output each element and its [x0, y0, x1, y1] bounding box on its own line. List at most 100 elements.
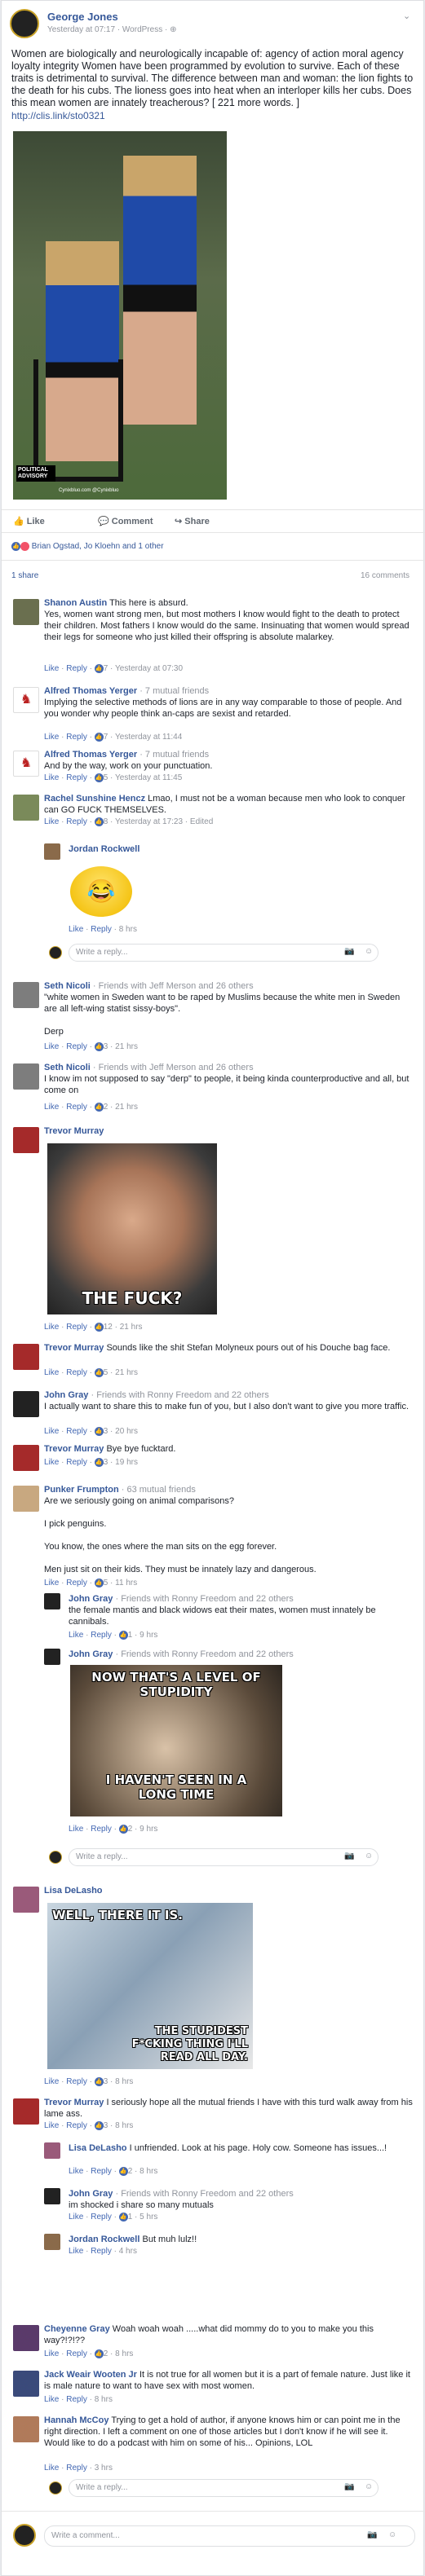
- post-card: George Jones Yesterday at 07:17 · WordPr…: [1, 0, 425, 2576]
- commenter-name[interactable]: Trevor Murray: [44, 1444, 104, 1454]
- emoji-icon[interactable]: ☺: [365, 2482, 373, 2491]
- share-button[interactable]: ↪ Share: [175, 516, 210, 526]
- comment-icon: 💬: [98, 517, 109, 526]
- author-avatar[interactable]: [10, 9, 39, 38]
- emoji-icon[interactable]: ☺: [388, 2530, 396, 2539]
- avatar[interactable]: ♞: [13, 687, 39, 713]
- comment-text: Implying the selective methods of lions …: [44, 698, 402, 719]
- commenter-name[interactable]: Shanon Austin: [44, 598, 107, 608]
- avatar[interactable]: [13, 1344, 39, 1370]
- commenter-name[interactable]: John Gray: [69, 1594, 113, 1604]
- share-count[interactable]: 1 share: [11, 571, 38, 580]
- avatar[interactable]: [44, 2188, 60, 2204]
- camera-icon[interactable]: 📷: [344, 947, 354, 956]
- avatar[interactable]: [13, 1445, 39, 1471]
- comment-text: Sounds like the shit Stefan Molyneux pou…: [106, 1343, 391, 1353]
- like-button[interactable]: 👍 Like: [13, 516, 45, 526]
- commenter-name[interactable]: Jack Weair Wooten Jr: [44, 2370, 137, 2380]
- avatar[interactable]: [44, 2234, 60, 2250]
- commenter-name[interactable]: John Gray: [69, 1649, 113, 1659]
- comment-text: I know im not supposed to say "derp" to …: [44, 1074, 410, 1095]
- commenter-name[interactable]: John Gray: [69, 2189, 113, 2199]
- avatar[interactable]: ♞: [13, 751, 39, 777]
- camera-icon[interactable]: 📷: [367, 2530, 377, 2539]
- comment-text: But muh lulz!!: [142, 2235, 197, 2244]
- commenter-name[interactable]: Trevor Murray: [44, 2098, 104, 2107]
- love-reaction-icon: [20, 542, 29, 551]
- commenter-name[interactable]: Hannah McCoy: [44, 2415, 108, 2425]
- comment-actions: Like · Reply · 👍3 · 8 hrs: [44, 2077, 134, 2087]
- avatar[interactable]: [13, 1391, 39, 1417]
- comment-input[interactable]: Write a comment...: [44, 2525, 415, 2547]
- avatar[interactable]: [13, 599, 39, 625]
- commenter-name[interactable]: Lisa DeLasho: [69, 2143, 127, 2153]
- commenter-name[interactable]: John Gray: [44, 1390, 88, 1400]
- meme-image[interactable]: NOW THAT'S A LEVEL OF STUPIDITY I HAVEN'…: [70, 1665, 282, 1816]
- comment-actions: Like · Reply · 👍1 · 9 hrs: [69, 1631, 158, 1640]
- meme-caption: THE FUCK?: [82, 1288, 183, 1308]
- commenter-name[interactable]: Trevor Murray: [44, 1126, 104, 1136]
- meme-caption-bottom: I HAVEN'T SEEN IN A LONG TIME: [105, 1772, 247, 1802]
- post-source: WordPress: [122, 25, 163, 34]
- avatar[interactable]: [13, 2325, 39, 2351]
- avatar[interactable]: [13, 1063, 39, 1090]
- avatar[interactable]: [13, 1486, 39, 1512]
- commenter-name[interactable]: Seth Nicoli: [44, 1063, 91, 1072]
- comment-count[interactable]: 16 comments: [361, 571, 410, 580]
- post-author[interactable]: George Jones: [47, 11, 118, 23]
- commenter-name[interactable]: Alfred Thomas Yerger: [44, 686, 137, 696]
- reply-input[interactable]: Write a reply...: [69, 944, 379, 962]
- commenter-name[interactable]: Alfred Thomas Yerger: [44, 750, 137, 760]
- reaction-summary[interactable]: 👍 Brian Ogstad, Jo Kloehn and 1 other: [11, 542, 164, 551]
- avatar[interactable]: [13, 1127, 39, 1153]
- emoji-icon[interactable]: ☺: [365, 1852, 373, 1860]
- camera-icon[interactable]: 📷: [344, 1852, 354, 1860]
- camera-icon[interactable]: 📷: [344, 2482, 354, 2491]
- image-credit: Cynixbluo.com @Cynixbluo: [59, 488, 119, 493]
- post-image[interactable]: POLITICAL ADVISORY Cynixbluo.com @Cynixb…: [13, 131, 227, 500]
- commenter-name[interactable]: Cheyenne Gray: [44, 2324, 110, 2334]
- comment-text: "white women in Sweden want to be raped …: [44, 993, 401, 1037]
- avatar: [49, 946, 62, 959]
- comment-actions: Like · Reply · 👍3 · 19 hrs: [44, 1458, 138, 1468]
- comment-actions: Like · Reply · 4 hrs: [69, 2247, 137, 2256]
- comment-actions: Like · Reply · 👍3 · 20 hrs: [44, 1427, 138, 1437]
- thumbs-up-icon: 👍: [13, 517, 24, 526]
- avatar[interactable]: [13, 2371, 39, 2397]
- chevron-down-icon[interactable]: ⌄: [403, 11, 410, 21]
- avatar[interactable]: [13, 1887, 39, 1913]
- avatar[interactable]: [13, 2416, 39, 2442]
- commenter-name[interactable]: Punker Frumpton: [44, 1485, 119, 1495]
- comment-text: Bye bye fucktard.: [106, 1444, 176, 1454]
- avatar[interactable]: [13, 982, 39, 1008]
- commenter-name[interactable]: Jordan Rockwell: [69, 2235, 139, 2244]
- avatar[interactable]: [13, 795, 39, 821]
- commenter-name[interactable]: Trevor Murray: [44, 1343, 104, 1353]
- commenter-name[interactable]: Lisa DeLasho: [44, 1886, 103, 1896]
- avatar[interactable]: [44, 1649, 60, 1665]
- comment-actions: Like · Reply · 👍2 · 21 hrs: [44, 1103, 138, 1112]
- comment-actions: Like · Reply · 👍2 · 8 hrs: [69, 2167, 158, 2177]
- emoji-icon[interactable]: ☺: [365, 947, 373, 956]
- comment-actions: Like · Reply · 👍7 · Yesterday at 07:30: [44, 664, 184, 674]
- commenter-name[interactable]: Seth Nicoli: [44, 981, 91, 991]
- chair: [33, 359, 123, 482]
- avatar[interactable]: [13, 2098, 39, 2125]
- avatar[interactable]: [44, 2142, 60, 2159]
- reply-input[interactable]: Write a reply...: [69, 1848, 379, 1866]
- comment-actions: Like · Reply · 👍2 · 9 hrs: [69, 1825, 158, 1834]
- comment-actions: Like · Reply · 8 hrs: [69, 925, 137, 934]
- comment-text: im shocked i share so many mutuals: [69, 2200, 214, 2210]
- post-link[interactable]: http://clis.link/sto0321: [11, 110, 105, 121]
- comment-button[interactable]: 💬 Comment: [98, 516, 153, 526]
- avatar[interactable]: [44, 843, 60, 860]
- meme-image[interactable]: THE FUCK?: [47, 1143, 217, 1314]
- comment-actions: Like · Reply · 8 hrs: [44, 2395, 113, 2404]
- avatar[interactable]: [44, 1593, 60, 1609]
- comment-actions: Like · Reply · 👍7 · Yesterday at 11:44: [44, 733, 183, 742]
- meme-image[interactable]: WELL, THERE IT IS. THE STUPIDEST F*CKING…: [47, 1903, 253, 2069]
- reply-input[interactable]: Write a reply...: [69, 2479, 379, 2497]
- commenter-name[interactable]: Jordan Rockwell: [69, 844, 139, 854]
- post-timestamp[interactable]: Yesterday at 07:17: [47, 25, 115, 34]
- commenter-name[interactable]: Rachel Sunshine Hencz: [44, 794, 145, 804]
